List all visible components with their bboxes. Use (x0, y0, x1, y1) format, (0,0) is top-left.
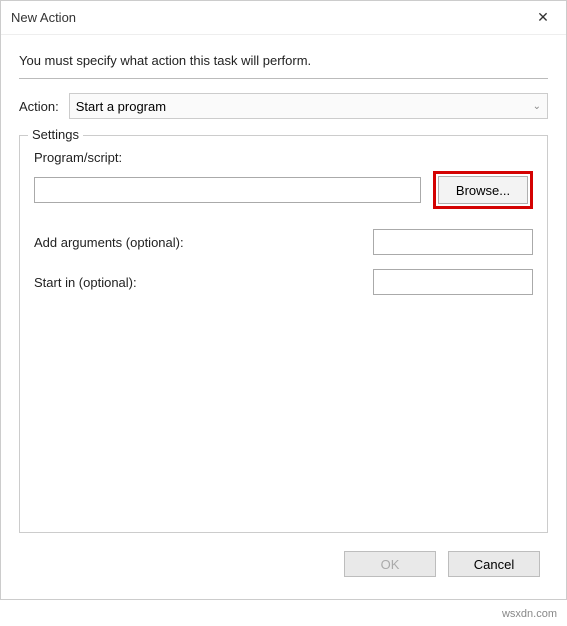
action-selected-value: Start a program (76, 99, 166, 114)
new-action-dialog: New Action ✕ You must specify what actio… (0, 0, 567, 600)
startin-input[interactable] (373, 269, 533, 295)
arguments-label: Add arguments (optional): (34, 235, 184, 250)
arguments-row: Add arguments (optional): (34, 229, 533, 255)
startin-row: Start in (optional): (34, 269, 533, 295)
browse-highlight: Browse... (433, 171, 533, 209)
close-icon: ✕ (537, 9, 549, 26)
arguments-input[interactable] (373, 229, 533, 255)
chevron-down-icon: ⌄ (533, 101, 541, 112)
action-label: Action: (19, 99, 59, 114)
cancel-button[interactable]: Cancel (448, 551, 540, 577)
startin-label: Start in (optional): (34, 275, 137, 290)
settings-legend: Settings (28, 127, 83, 142)
dialog-content: You must specify what action this task w… (1, 35, 566, 599)
browse-button[interactable]: Browse... (438, 176, 528, 204)
action-row: Action: Start a program ⌄ (19, 93, 548, 119)
dialog-button-row: OK Cancel (19, 547, 548, 589)
program-script-label: Program/script: (34, 150, 533, 165)
action-dropdown[interactable]: Start a program ⌄ (69, 93, 548, 119)
settings-fieldset: Settings Program/script: Browse... Add a… (19, 135, 548, 533)
program-script-row: Browse... (34, 171, 533, 209)
instruction-text: You must specify what action this task w… (19, 53, 548, 79)
watermark-text: wsxdn.com (502, 608, 557, 620)
titlebar: New Action ✕ (1, 1, 566, 35)
program-script-input[interactable] (34, 177, 421, 203)
ok-button[interactable]: OK (344, 551, 436, 577)
close-button[interactable]: ✕ (520, 1, 566, 35)
window-title: New Action (11, 10, 76, 25)
